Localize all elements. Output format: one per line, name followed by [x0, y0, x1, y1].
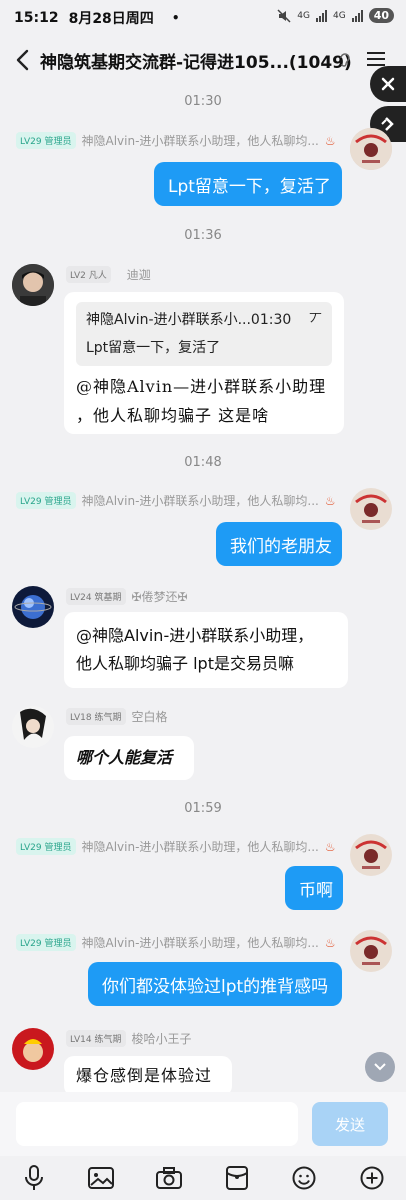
sender-line: LV29 管理员 神隐Alvin-进小群联系小助理，他人私聊均... ♨	[16, 934, 336, 951]
menu-icon[interactable]	[366, 51, 386, 67]
avatar[interactable]	[350, 488, 392, 530]
message-line: @神隐Alvin-进小群联系小助理，	[76, 626, 314, 645]
message-bubble[interactable]: 我们的老朋友	[216, 522, 342, 566]
camera-icon	[156, 1167, 183, 1189]
message-bubble[interactable]: 爆仓感倒是体验过	[64, 1056, 232, 1096]
avatar[interactable]	[350, 128, 392, 170]
sender-name[interactable]: 梭哈小王子	[132, 1030, 192, 1047]
level-badge: LV18 练气期	[66, 708, 126, 725]
timestamp: 01:59	[184, 801, 222, 816]
quote-text: Lpt留意一下，复活了	[86, 340, 221, 356]
flame-icon: ♨	[324, 493, 336, 508]
network-label: 4G	[297, 10, 310, 21]
level-badge: LV14 练气期	[66, 1030, 126, 1047]
quote-header: 神隐Alvin-进小群联系小...01:30	[86, 312, 292, 328]
red-packet-tool[interactable]	[221, 1162, 253, 1194]
status-date: 8月28日周四	[68, 11, 154, 27]
image-icon	[88, 1167, 115, 1189]
avatar[interactable]	[12, 586, 54, 628]
level-badge: LV24 筑基期	[66, 588, 126, 605]
mute-icon	[277, 8, 291, 23]
back-arrow-icon[interactable]	[12, 47, 34, 73]
image-tool[interactable]	[85, 1162, 117, 1194]
level-badge: LV29 管理员	[16, 838, 76, 855]
quoted-message[interactable]: 神隐Alvin-进小群联系小...01:30 丆 Lpt留意一下，复活了	[76, 302, 332, 366]
level-badge: LV29 管理员	[16, 492, 76, 509]
status-indicators: 4G 4G 40	[277, 8, 394, 23]
sender-name[interactable]: 神隐Alvin-进小群联系小助理，他人私聊均...	[82, 934, 319, 951]
emoji-tool[interactable]	[288, 1162, 320, 1194]
timestamp: 01:30	[184, 94, 222, 109]
camera-tool[interactable]	[153, 1162, 185, 1194]
sender-line: LV18 练气期 空白格	[66, 708, 168, 725]
message-line: @神隐Alvin—进小群联系小助理	[76, 377, 327, 396]
input-bar: 发送	[0, 1092, 406, 1156]
signal-icon-2	[351, 9, 363, 22]
send-button[interactable]: 发送	[312, 1102, 388, 1146]
sender-name[interactable]: 神隐Alvin-进小群联系小助理，他人私聊均...	[82, 492, 319, 509]
sender-line: LV2 凡人 迪迦	[66, 266, 151, 283]
red-packet-icon	[225, 1166, 248, 1190]
timestamp: 01:48	[184, 455, 222, 470]
sender-line: LV29 管理员 神隐Alvin-进小群联系小助理，他人私聊均... ♨	[16, 838, 336, 855]
notification-dot: •	[171, 11, 180, 25]
sender-line: LV14 练气期 梭哈小王子	[66, 1030, 192, 1047]
message-input[interactable]	[16, 1102, 298, 1146]
message-bubble[interactable]: Lpt留意一下，复活了	[154, 162, 342, 206]
sender-name[interactable]: 神隐Alvin-进小群联系小助理，他人私聊均...	[82, 132, 319, 149]
message-bubble[interactable]: 神隐Alvin-进小群联系小...01:30 丆 Lpt留意一下，复活了 @神隐…	[64, 292, 344, 434]
chevron-down-icon	[374, 1063, 386, 1071]
sender-line: LV24 筑基期 ✠倦梦还✠	[66, 588, 188, 605]
avatar[interactable]	[350, 834, 392, 876]
level-badge: LV29 管理员	[16, 132, 76, 149]
input-toolbar	[0, 1156, 406, 1200]
avatar[interactable]	[12, 264, 54, 306]
sender-line: LV29 管理员 神隐Alvin-进小群联系小助理，他人私聊均... ♨	[16, 132, 336, 149]
avatar[interactable]	[350, 930, 392, 972]
message-line: 他人私聊均骗子 lpt是交易员嘛	[76, 654, 294, 673]
voice-tool[interactable]	[18, 1162, 50, 1194]
message-bubble[interactable]: @神隐Alvin-进小群联系小助理， 他人私聊均骗子 lpt是交易员嘛	[64, 612, 348, 688]
status-time: 15:12	[14, 10, 59, 26]
chat-header: 神隐筑基期交流群-记得进105...(1049)	[0, 38, 406, 82]
sender-name[interactable]: ✠倦梦还✠	[132, 588, 188, 605]
more-tool[interactable]	[356, 1162, 388, 1194]
flame-icon: ♨	[324, 839, 336, 854]
avatar[interactable]	[12, 1028, 54, 1070]
sender-name[interactable]: 迪迦	[127, 266, 151, 283]
network-label-2: 4G	[332, 10, 346, 21]
message-bubble[interactable]: 哪个人能复活	[64, 736, 194, 780]
scroll-to-bottom-button[interactable]	[365, 1052, 395, 1082]
battery-indicator: 40	[368, 8, 394, 23]
flame-icon: ♨	[324, 935, 336, 950]
message-bubble[interactable]: 你们都没体验过lpt的推背感吗	[88, 962, 342, 1006]
smiley-icon	[292, 1166, 316, 1190]
earpiece-mode-icon[interactable]	[338, 51, 352, 69]
level-badge: LV29 管理员	[16, 934, 76, 951]
chat-title[interactable]: 神隐筑基期交流群-记得进105...(1049)	[40, 48, 352, 73]
flame-icon: ♨	[324, 133, 336, 148]
microphone-icon	[24, 1165, 43, 1190]
message-bubble[interactable]: 币啊	[285, 866, 343, 910]
level-badge: LV2 凡人	[66, 266, 111, 283]
avatar[interactable]	[12, 706, 54, 748]
sender-name[interactable]: 空白格	[132, 708, 168, 725]
timestamp: 01:36	[184, 228, 222, 243]
signal-icon	[315, 9, 327, 22]
sender-line: LV29 管理员 神隐Alvin-进小群联系小助理，他人私聊均... ♨	[16, 492, 336, 509]
message-line: ，他人私聊均骗子 这是啥	[76, 406, 270, 425]
sender-name[interactable]: 神隐Alvin-进小群联系小助理，他人私聊均...	[82, 838, 319, 855]
quote-jump-icon[interactable]: 丆	[309, 306, 322, 334]
plus-circle-icon	[360, 1166, 384, 1190]
